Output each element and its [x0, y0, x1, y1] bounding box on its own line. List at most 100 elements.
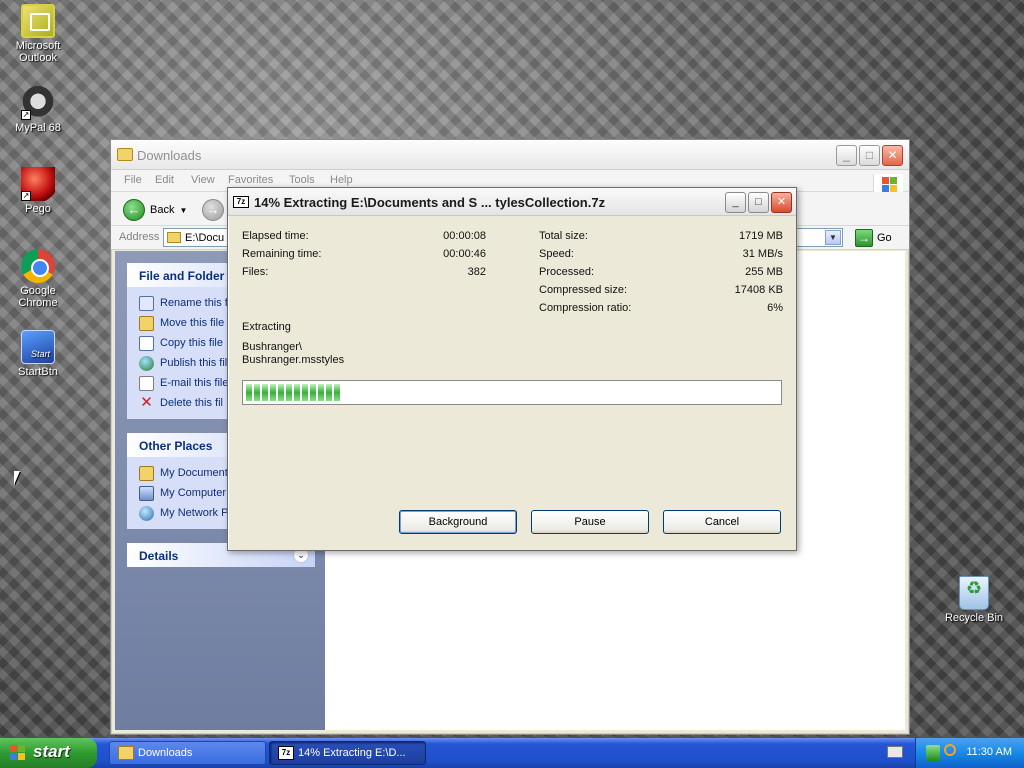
taskbar-button-downloads[interactable]: Downloads [109, 741, 266, 765]
desktop-icon-mypal[interactable]: ↗ MyPal 68 [0, 86, 76, 134]
recycle-bin-icon [959, 576, 989, 610]
minimize-button[interactable]: _ [725, 192, 746, 213]
menu-favorites[interactable]: Favorites [228, 174, 273, 186]
desktop-icon-label: Microsoft Outlook [15, 40, 61, 64]
panel-title: Details [139, 549, 179, 563]
place-label: My Document [160, 467, 228, 479]
desktop-icon-label: Google Chrome [18, 285, 58, 309]
go-label: Go [877, 232, 892, 244]
extract-progress-dialog[interactable]: 7z 14% Extracting E:\Documents and S ...… [227, 187, 797, 551]
minimize-button[interactable]: _ [836, 145, 857, 166]
chevron-down-icon[interactable]: ▼ [179, 206, 187, 215]
task-label: Move this file [160, 317, 225, 329]
menu-view[interactable]: View [191, 174, 215, 186]
back-label: Back [150, 204, 175, 216]
windows-logo-icon [10, 745, 27, 761]
compression-ratio-value: 6% [767, 302, 783, 314]
status-text: Extracting [242, 321, 291, 333]
windows-logo-icon [873, 174, 903, 194]
move-icon [139, 315, 154, 331]
go-arrow-icon: → [855, 229, 873, 247]
remaining-time-label: Remaining time: [242, 248, 322, 260]
progress-bar-fill [246, 384, 778, 401]
shortcut-arrow-icon: ↗ [21, 110, 31, 120]
files-label: Files: [242, 266, 269, 278]
start-button[interactable]: start [0, 738, 97, 768]
dialog-title: 14% Extracting E:\Documents and S ... ty… [254, 195, 606, 210]
menu-file[interactable]: File [124, 174, 142, 186]
globe-icon [139, 355, 154, 371]
panel-title: Other Places [139, 439, 213, 453]
speed-label: Speed: [539, 248, 574, 260]
explorer-titlebar[interactable]: Downloads _ □ ✕ [111, 140, 909, 170]
my-computer-icon [139, 485, 154, 501]
delete-icon: ✕ [140, 393, 153, 411]
background-button[interactable]: Background [399, 510, 517, 534]
clock[interactable]: 11:30 AM [966, 746, 1012, 758]
desktop-icon-label: Pego [25, 203, 51, 215]
start-label: start [33, 742, 70, 761]
files-value: 382 [467, 266, 486, 278]
copy-icon [139, 335, 154, 351]
progress-bar [242, 380, 782, 405]
progress-segment [254, 384, 260, 401]
pause-button[interactable]: Pause [531, 510, 649, 534]
processed-value: 255 MB [745, 266, 783, 278]
menu-edit[interactable]: Edit [155, 174, 174, 186]
total-size-label: Total size: [539, 230, 588, 242]
progress-segment [326, 384, 332, 401]
progress-segment [246, 384, 252, 401]
mouse-cursor-icon [14, 471, 20, 485]
mypal-icon: ↗ [21, 86, 55, 120]
folder-icon [118, 746, 134, 760]
tray-app-icon[interactable] [926, 745, 940, 761]
progress-segment [286, 384, 292, 401]
close-button[interactable]: ✕ [771, 192, 792, 213]
progress-segment [278, 384, 284, 401]
desktop-icon-startbtn[interactable]: Start StartBtn [0, 330, 76, 378]
current-file: Bushranger.msstyles [242, 354, 345, 366]
back-button[interactable]: ← Back ▼ [123, 199, 187, 221]
folder-icon [167, 232, 181, 243]
address-dropdown-button[interactable]: ▼ [825, 230, 841, 245]
maximize-button[interactable]: □ [859, 145, 880, 166]
taskbar-button-label: Downloads [138, 747, 193, 759]
task-label: Publish this fil [160, 357, 228, 369]
progress-segment [302, 384, 308, 401]
go-button[interactable]: → Go [855, 229, 892, 247]
desktop-icon-recycle-bin[interactable]: Recycle Bin [936, 576, 1012, 624]
menu-help[interactable]: Help [330, 174, 353, 186]
close-button[interactable]: ✕ [882, 145, 903, 166]
taskbar-button-7zip[interactable]: 7z 14% Extracting E:\D... [269, 741, 426, 765]
desktop-icon-pego[interactable]: ↗ Pego [0, 167, 76, 215]
maximize-button[interactable]: □ [748, 192, 769, 213]
taskbar-button-label: 14% Extracting E:\D... [298, 747, 406, 759]
shortcut-arrow-icon: ↗ [21, 191, 31, 201]
progress-segment [310, 384, 316, 401]
cancel-button[interactable]: Cancel [663, 510, 781, 534]
progress-segment [334, 384, 340, 401]
forward-button[interactable]: → [202, 199, 224, 221]
menu-tools[interactable]: Tools [289, 174, 315, 186]
progress-segment [318, 384, 324, 401]
startbtn-icon-text: Start [31, 349, 51, 359]
place-label: My Network P [160, 507, 229, 519]
email-icon [139, 375, 154, 391]
taskbar: start Downloads 7z 14% Extracting E:\D..… [0, 738, 1024, 768]
7zip-icon: 7z [233, 196, 249, 208]
explorer-title: Downloads [137, 148, 202, 163]
my-documents-icon [139, 465, 154, 481]
rename-icon [139, 295, 154, 311]
back-arrow-icon: ← [123, 199, 145, 221]
total-size-value: 1719 MB [738, 230, 783, 242]
desktop-icon-outlook[interactable]: Microsoft Outlook [0, 4, 76, 64]
search-icon[interactable] [944, 744, 956, 756]
outlook-icon [21, 4, 55, 38]
desktop-icon-chrome[interactable]: Google Chrome [0, 249, 76, 309]
elapsed-time-value: 00:00:08 [443, 230, 486, 242]
task-label: E-mail this file [160, 377, 229, 389]
7zip-icon: 7z [278, 746, 294, 760]
keyboard-icon[interactable] [887, 746, 903, 758]
address-label: Address [119, 231, 160, 243]
dialog-titlebar[interactable]: 7z 14% Extracting E:\Documents and S ...… [228, 188, 796, 216]
